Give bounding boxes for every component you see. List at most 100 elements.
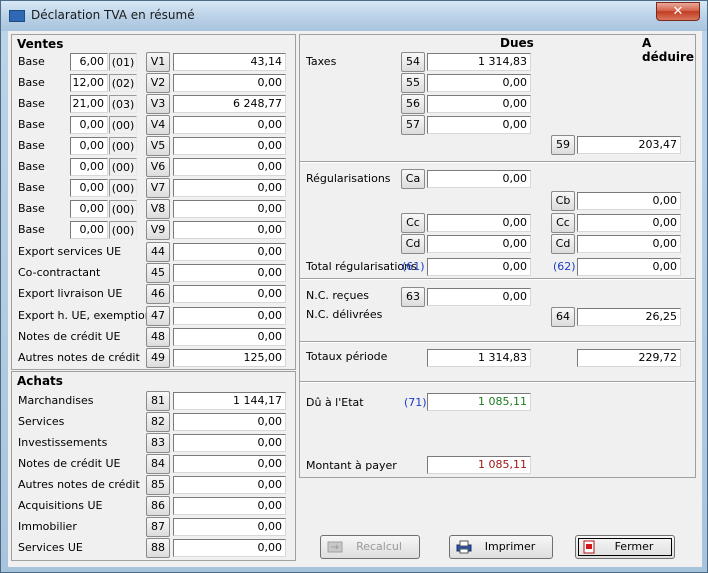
ventes-value-field[interactable]: 0,00: [173, 243, 286, 261]
recalcul-button[interactable]: Recalcul: [320, 535, 420, 559]
tax-55-button[interactable]: 55: [401, 73, 425, 93]
nc-delivrees-button[interactable]: 64: [551, 307, 575, 327]
achats-code-button[interactable]: 82: [146, 412, 170, 432]
base-value-field[interactable]: 0,00: [173, 74, 286, 92]
achats-code-button[interactable]: 83: [146, 433, 170, 453]
montant-a-payer-field[interactable]: 1 085,11: [427, 456, 531, 474]
tax-56-button[interactable]: 56: [401, 94, 425, 114]
tax-57-field[interactable]: 0,00: [427, 116, 531, 134]
base-button[interactable]: V3: [146, 94, 170, 114]
achats-value-field[interactable]: 0,00: [173, 518, 286, 536]
base-button[interactable]: V2: [146, 73, 170, 93]
ventes-title: Ventes: [17, 37, 64, 51]
nc-recues-field[interactable]: 0,00: [427, 288, 531, 306]
tax-54-button[interactable]: 54: [401, 52, 425, 72]
base-value-field[interactable]: 0,00: [173, 137, 286, 155]
regul-cc-dues-field[interactable]: 0,00: [427, 214, 531, 232]
base-rate-field[interactable]: 21,00: [70, 95, 108, 113]
achats-title: Achats: [17, 374, 63, 388]
regul-ca-field[interactable]: 0,00: [427, 170, 531, 188]
regul-cd-dues-button[interactable]: Cd: [401, 234, 425, 254]
base-value-field[interactable]: 0,00: [173, 158, 286, 176]
achats-value-field[interactable]: 0,00: [173, 434, 286, 452]
base-rate-field[interactable]: 6,00: [70, 53, 108, 71]
deduct-59-button[interactable]: 59: [551, 135, 575, 155]
base-button[interactable]: V4: [146, 115, 170, 135]
achats-value-field[interactable]: 0,00: [173, 413, 286, 431]
ventes-code-button[interactable]: 44: [146, 242, 170, 262]
regul-cb-field[interactable]: 0,00: [577, 192, 681, 210]
ventes-code-button[interactable]: 48: [146, 326, 170, 347]
separator: [300, 278, 695, 280]
base-value-field[interactable]: 0,00: [173, 200, 286, 218]
base-button[interactable]: V9: [146, 220, 170, 240]
base-value-field[interactable]: 0,00: [173, 116, 286, 134]
regul-cc-deduire-button[interactable]: Cc: [551, 213, 575, 233]
base-button[interactable]: V6: [146, 157, 170, 177]
regul-ca-button[interactable]: Ca: [401, 169, 425, 189]
achats-value-field[interactable]: 0,00: [173, 539, 286, 557]
achats-code-button[interactable]: 85: [146, 475, 170, 495]
tax-56-field[interactable]: 0,00: [427, 95, 531, 113]
achats-value-field[interactable]: 0,00: [173, 476, 286, 494]
tax-57-button[interactable]: 57: [401, 115, 425, 135]
base-value-field[interactable]: 43,14: [173, 53, 286, 71]
base-rate-field[interactable]: 0,00: [70, 179, 108, 197]
ventes-value-field[interactable]: 0,00: [173, 306, 286, 325]
regul-cd-deduire-field[interactable]: 0,00: [577, 235, 681, 253]
ventes-code-button[interactable]: 47: [146, 305, 170, 326]
regul-cc-dues-button[interactable]: Cc: [401, 213, 425, 233]
base-value-field[interactable]: 6 248,77: [173, 95, 286, 113]
total-regul-dues-field[interactable]: 0,00: [427, 258, 531, 276]
ventes-code-button[interactable]: 49: [146, 348, 170, 368]
base-rate-field[interactable]: 0,00: [70, 116, 108, 134]
close-button[interactable]: ✕: [656, 2, 700, 21]
tax-54-field[interactable]: 1 314,83: [427, 53, 531, 71]
achats-code-button[interactable]: 84: [146, 454, 170, 474]
achats-code-button[interactable]: 86: [146, 496, 170, 516]
regul-cd-dues-field[interactable]: 0,00: [427, 235, 531, 253]
regul-cc-deduire-field[interactable]: 0,00: [577, 214, 681, 232]
ventes-panel: Ventes Base 6,00 (01) V1 43,14 Base 12,00 (02) V…: [11, 34, 296, 370]
base-button[interactable]: V7: [146, 178, 170, 198]
achats-value-field[interactable]: 1 144,17: [173, 392, 286, 410]
achats-code-button[interactable]: 81: [146, 391, 170, 411]
base-button[interactable]: V1: [146, 52, 170, 72]
ventes-code-button[interactable]: 46: [146, 284, 170, 305]
imprimer-button[interactable]: Imprimer: [449, 535, 553, 559]
base-rate-field[interactable]: 0,00: [70, 221, 108, 239]
totaux-deduire-field[interactable]: 229,72: [577, 349, 681, 367]
ventes-value-field[interactable]: 0,00: [173, 264, 286, 283]
base-value-field[interactable]: 0,00: [173, 221, 286, 239]
base-button[interactable]: V5: [146, 136, 170, 156]
achats-code-button[interactable]: 88: [146, 538, 170, 558]
fermer-button[interactable]: Fermer: [575, 535, 675, 559]
du-etat-field[interactable]: 1 085,11: [427, 393, 531, 411]
ventes-code-button[interactable]: 45: [146, 263, 170, 284]
base-rate-field[interactable]: 0,00: [70, 158, 108, 176]
achats-value-field[interactable]: 0,00: [173, 497, 286, 515]
nc-delivrees-field[interactable]: 26,25: [577, 308, 681, 326]
ventes-row-label: Export livraison UE: [18, 287, 123, 301]
header-a-deduire: A déduire: [642, 36, 695, 64]
nc-recues-button[interactable]: 63: [401, 287, 425, 307]
ventes-value-field[interactable]: 0,00: [173, 285, 286, 304]
achats-value-field[interactable]: 0,00: [173, 455, 286, 473]
deduct-59-field[interactable]: 203,47: [577, 136, 681, 154]
title-bar[interactable]: Déclaration TVA en résumé ✕: [1, 1, 707, 31]
regul-cd-deduire-button[interactable]: Cd: [551, 234, 575, 254]
base-rate-field[interactable]: 12,00: [70, 74, 108, 92]
ventes-value-field[interactable]: 125,00: [173, 349, 286, 367]
base-value-field[interactable]: 0,00: [173, 179, 286, 197]
achats-code-button[interactable]: 87: [146, 517, 170, 537]
base-rate-field[interactable]: 0,00: [70, 137, 108, 155]
base-button[interactable]: V8: [146, 199, 170, 219]
tax-55-field[interactable]: 0,00: [427, 74, 531, 92]
regul-cb-button[interactable]: Cb: [551, 191, 575, 211]
base-rate-field[interactable]: 0,00: [70, 200, 108, 218]
ventes-value-field[interactable]: 0,00: [173, 327, 286, 346]
base-label: Base: [18, 55, 45, 68]
totaux-dues-field[interactable]: 1 314,83: [427, 349, 531, 367]
achats-row-label: Notes de crédit UE: [18, 457, 121, 470]
total-regul-deduire-field[interactable]: 0,00: [577, 258, 681, 276]
